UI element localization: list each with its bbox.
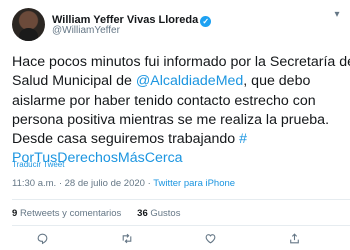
reply-icon[interactable] xyxy=(36,232,49,248)
tweet-line: Desde casa seguiremos trabajando # xyxy=(12,130,342,149)
retweets-stat[interactable]: 9 Retweets y comentarios xyxy=(12,208,121,219)
tweet-stats: 9 Retweets y comentarios 36 Gustos xyxy=(12,208,180,219)
likes-label: Gustos xyxy=(150,208,181,219)
tweet-line: Salud Municipal de @AlcaldiadeMed, que d… xyxy=(12,72,342,91)
tweet-date[interactable]: 28 de julio de 2020 xyxy=(65,178,145,189)
tweet-text-segment: Desde casa seguiremos trabajando xyxy=(12,131,240,148)
tweet-line: persona positiva mientras se me realiza … xyxy=(12,111,330,128)
tweet-text: Hace pocos minutos fui informado por la … xyxy=(12,53,350,169)
heart-icon[interactable] xyxy=(204,232,217,248)
divider xyxy=(12,199,350,200)
tweet-line: aislarme por haber tenido contacto estre… xyxy=(12,92,316,109)
author-handle[interactable]: @WilliamYeffer xyxy=(52,25,120,36)
retweet-icon[interactable] xyxy=(120,232,134,248)
likes-count: 36 xyxy=(137,208,148,219)
share-icon[interactable] xyxy=(288,232,301,248)
tweet-line: Hace pocos minutos fui informado por la … xyxy=(12,54,350,70)
avatar[interactable] xyxy=(12,8,45,41)
retweets-label: Retweets y comentarios xyxy=(19,208,122,219)
retweets-count: 9 xyxy=(12,208,18,219)
mention-link[interactable]: @AlcaldiadeMed xyxy=(136,73,243,89)
tweet-time[interactable]: 11:30 a.m. xyxy=(12,178,56,189)
tweet-text-segment: , que debo xyxy=(243,73,311,90)
divider xyxy=(12,225,350,226)
chevron-down-icon[interactable]: ▾ xyxy=(332,10,342,20)
verified-icon: ✓ xyxy=(200,16,212,27)
meta-separator: · xyxy=(56,178,65,189)
translate-tweet-link[interactable]: Traducir Tweet xyxy=(12,160,64,169)
meta-separator: · xyxy=(144,178,154,189)
tweet-source-link[interactable]: Twitter para iPhone xyxy=(153,178,235,189)
tweet-text-segment: Salud Municipal de xyxy=(12,73,136,90)
tweet-meta: 11:30 a.m. · 28 de julio de 2020 · Twitt… xyxy=(12,178,235,189)
tweet-actions xyxy=(12,232,342,248)
tweet-header: William Yeffer Vivas Lloreda ✓ @WilliamYe… xyxy=(12,8,342,42)
likes-stat[interactable]: 36 Gustos xyxy=(137,208,180,219)
hashtag-link-start[interactable]: # xyxy=(239,131,247,147)
